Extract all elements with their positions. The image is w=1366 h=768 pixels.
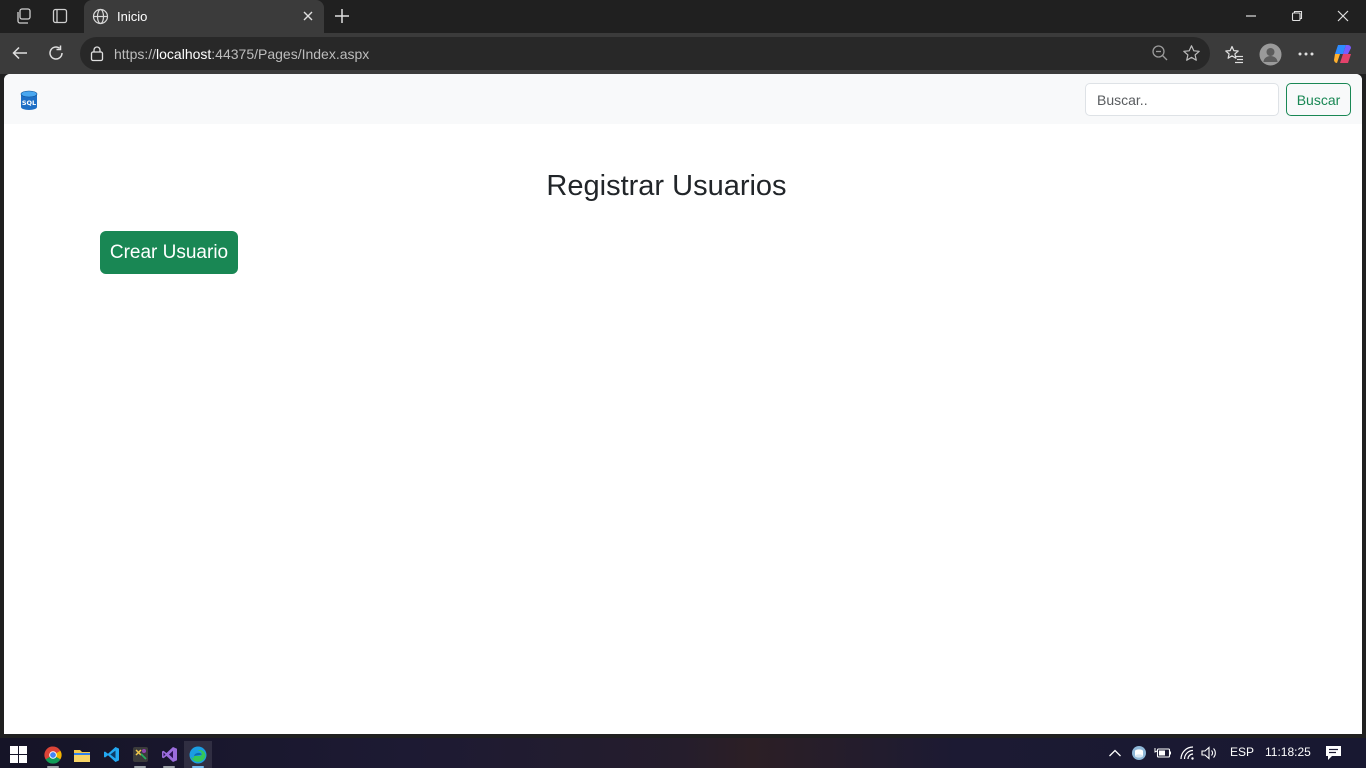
sql-database-icon[interactable]: SQL — [19, 90, 39, 112]
sql-server-tray-icon[interactable] — [1130, 744, 1148, 762]
file-explorer-icon[interactable] — [68, 741, 96, 768]
input-language[interactable]: ESP — [1230, 745, 1254, 759]
workspaces-icon[interactable] — [13, 6, 35, 26]
chrome-icon[interactable] — [39, 741, 67, 768]
wifi-icon[interactable] — [1179, 744, 1197, 762]
search-button[interactable]: Buscar — [1286, 83, 1351, 116]
tab-actions-icon[interactable] — [49, 6, 71, 26]
battery-icon[interactable] — [1154, 744, 1172, 762]
vscode-icon[interactable] — [97, 741, 125, 768]
address-bar[interactable]: https://localhost:44375/Pages/Index.aspx — [80, 37, 1210, 70]
create-user-button[interactable]: Crear Usuario — [100, 231, 238, 274]
windows-start-icon[interactable] — [4, 741, 32, 768]
close-tab-icon[interactable] — [300, 8, 316, 29]
browser-tab-bar: Inicio — [0, 0, 1366, 33]
show-hidden-icons-icon[interactable] — [1106, 744, 1124, 762]
tab-title: Inicio — [117, 9, 148, 24]
new-tab-icon[interactable] — [332, 6, 352, 26]
zoom-out-icon[interactable] — [1151, 44, 1169, 67]
notifications-icon[interactable] — [1324, 744, 1342, 762]
search-input[interactable] — [1085, 83, 1279, 116]
visual-studio-icon[interactable] — [155, 741, 183, 768]
minimize-icon[interactable] — [1239, 5, 1263, 27]
favorite-star-icon[interactable] — [1182, 44, 1201, 68]
svg-text:SQL: SQL — [22, 99, 36, 107]
back-icon[interactable] — [9, 42, 31, 64]
devtool-icon[interactable] — [126, 741, 154, 768]
profile-avatar-icon[interactable] — [1258, 42, 1282, 66]
restore-icon[interactable] — [1285, 5, 1309, 27]
volume-icon[interactable] — [1201, 744, 1219, 762]
url-text: https://localhost:44375/Pages/Index.aspx — [114, 46, 370, 62]
browser-toolbar: https://localhost:44375/Pages/Index.aspx — [0, 33, 1366, 74]
site-info-lock-icon[interactable] — [89, 45, 105, 67]
edge-icon[interactable] — [184, 741, 212, 768]
copilot-icon[interactable] — [1331, 42, 1355, 66]
globe-icon — [92, 8, 109, 30]
page-viewport: SQL Buscar Registrar Usuarios Crear Usua… — [4, 74, 1362, 734]
close-window-icon[interactable] — [1331, 5, 1355, 27]
tab-inicio[interactable]: Inicio — [84, 0, 324, 33]
more-options-icon[interactable] — [1294, 42, 1318, 66]
refresh-icon[interactable] — [45, 42, 67, 64]
favorites-icon[interactable] — [1222, 42, 1246, 66]
windows-taskbar: ESP 11:18:25 — [0, 738, 1366, 768]
clock-time[interactable]: 11:18:25 — [1265, 745, 1311, 759]
site-navbar: SQL Buscar — [4, 74, 1362, 124]
page-title: Registrar Usuarios — [546, 170, 787, 202]
